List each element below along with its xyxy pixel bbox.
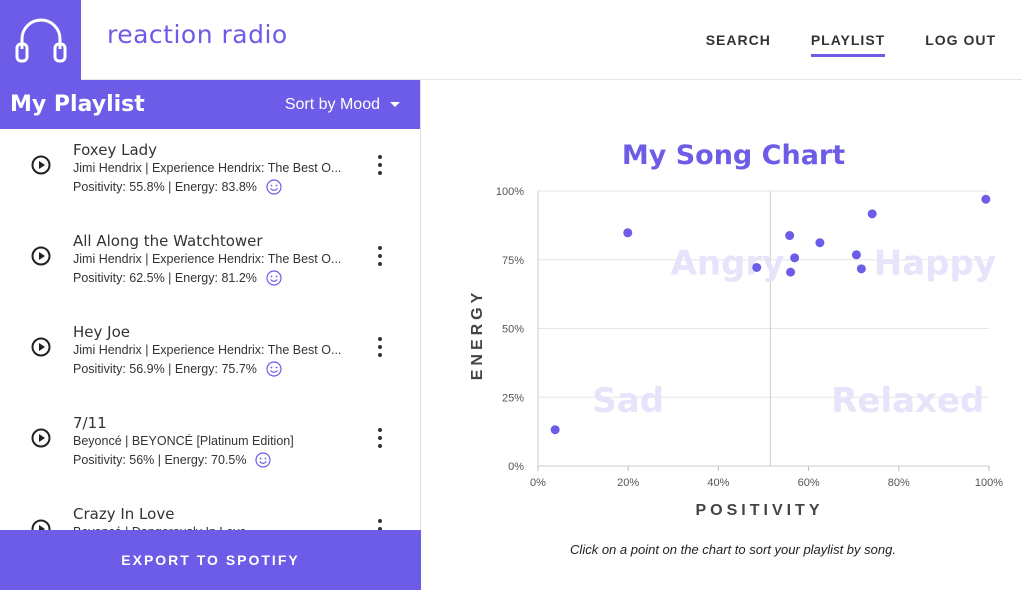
play-icon[interactable] bbox=[31, 519, 51, 530]
caret-down-icon bbox=[390, 102, 400, 107]
chart-hint: Click on a point on the chart to sort yo… bbox=[570, 542, 896, 557]
headphones-icon bbox=[15, 18, 66, 63]
song-stats: Positivity: 56.9% | Energy: 75.7% bbox=[73, 361, 360, 377]
song-stats: Positivity: 62.5% | Energy: 81.2% bbox=[73, 270, 360, 286]
song-stats-text: Positivity: 55.8% | Energy: 83.8% bbox=[73, 180, 257, 194]
play-icon[interactable] bbox=[31, 155, 51, 175]
y-tick-label: 25% bbox=[502, 392, 524, 404]
data-point[interactable] bbox=[785, 231, 795, 241]
quadrant-label: Sad bbox=[592, 381, 664, 421]
song-title: All Along the Watchtower bbox=[73, 232, 263, 250]
song-artist: Jimi Hendrix | Experience Hendrix: The B… bbox=[73, 343, 342, 357]
y-axis-title: ENERGY bbox=[469, 289, 486, 381]
song-stats-text: Positivity: 56.9% | Energy: 75.7% bbox=[73, 362, 257, 376]
quadrant-label: Relaxed bbox=[831, 381, 984, 421]
data-point[interactable] bbox=[981, 194, 991, 204]
play-icon[interactable] bbox=[31, 246, 51, 266]
quadrant-label: Happy bbox=[874, 244, 996, 284]
data-point[interactable] bbox=[786, 267, 796, 277]
sort-label: Sort by Mood bbox=[284, 95, 380, 113]
data-point[interactable] bbox=[851, 250, 861, 260]
smiley-icon bbox=[266, 179, 282, 195]
song-list: Foxey Lady Jimi Hendrix | Experience Hen… bbox=[0, 129, 420, 530]
y-tick-label: 50% bbox=[502, 324, 524, 336]
more-options-icon[interactable] bbox=[374, 519, 386, 530]
x-tick-label: 80% bbox=[888, 477, 910, 489]
play-icon[interactable] bbox=[31, 337, 51, 357]
song-stats: Positivity: 56% | Energy: 70.5% bbox=[73, 452, 360, 468]
playlist-title: My Playlist bbox=[10, 92, 145, 117]
song-artist: Jimi Hendrix | Experience Hendrix: The B… bbox=[73, 161, 342, 175]
song-chart: My Song Chart 0% 25% 50% 75% 100% 0% 20% 40% 60%… bbox=[440, 120, 1022, 590]
song-item[interactable]: 7/11 Beyoncé | BEYONCÉ [Platinum Edition… bbox=[0, 402, 420, 493]
x-tick-label: 60% bbox=[798, 477, 820, 489]
song-title: 7/11 bbox=[73, 414, 107, 432]
chart-title: My Song Chart bbox=[621, 140, 846, 171]
y-tick-label: 75% bbox=[502, 255, 524, 267]
song-title: Foxey Lady bbox=[73, 141, 158, 159]
song-item[interactable]: Crazy In Love Beyoncé | Dangerously In L… bbox=[0, 493, 420, 530]
nav-playlist[interactable]: PLAYLIST bbox=[810, 32, 886, 57]
app-header: reaction radio SEARCH PLAYLIST LOG OUT bbox=[0, 0, 1022, 80]
data-point[interactable] bbox=[867, 209, 877, 219]
x-tick-label: 20% bbox=[617, 477, 639, 489]
data-point[interactable] bbox=[790, 253, 800, 263]
data-point[interactable] bbox=[550, 425, 560, 435]
song-item[interactable]: All Along the Watchtower Jimi Hendrix | … bbox=[0, 220, 420, 311]
nav-logout[interactable]: LOG OUT bbox=[925, 32, 996, 57]
smiley-icon bbox=[266, 270, 282, 286]
song-stats: Positivity: 55.8% | Energy: 83.8% bbox=[73, 179, 360, 195]
x-tick-label: 0% bbox=[530, 477, 546, 489]
nav-search[interactable]: SEARCH bbox=[706, 32, 771, 57]
play-icon[interactable] bbox=[31, 428, 51, 448]
smiley-icon bbox=[266, 361, 282, 377]
data-point[interactable] bbox=[815, 238, 825, 248]
x-tick-label: 40% bbox=[707, 477, 729, 489]
more-options-icon[interactable] bbox=[374, 246, 386, 266]
data-point[interactable] bbox=[623, 228, 633, 238]
song-artist: Beyoncé | BEYONCÉ [Platinum Edition] bbox=[73, 434, 294, 448]
more-options-icon[interactable] bbox=[374, 337, 386, 357]
song-artist: Jimi Hendrix | Experience Hendrix: The B… bbox=[73, 252, 342, 266]
logo[interactable] bbox=[0, 0, 81, 80]
x-tick-label: 100% bbox=[975, 477, 1003, 489]
playlist-panel: My Playlist Sort by Mood Foxey Lady Jimi… bbox=[0, 80, 421, 590]
sort-dropdown[interactable]: Sort by Mood bbox=[285, 96, 400, 114]
more-options-icon[interactable] bbox=[374, 155, 386, 175]
smiley-icon bbox=[255, 452, 272, 468]
scatter-chart: 0% 25% 50% 75% 100% 0% 20% 40% 60% 80% 100% Angry Ha… bbox=[469, 186, 1003, 519]
quadrant-label: Angry bbox=[671, 244, 785, 284]
song-stats-text: Positivity: 56% | Energy: 70.5% bbox=[73, 453, 247, 467]
x-axis-title: POSITIVITY bbox=[695, 502, 823, 519]
playlist-header: My Playlist Sort by Mood bbox=[0, 80, 420, 129]
export-spotify-button[interactable]: EXPORT TO SPOTIFY bbox=[0, 530, 421, 590]
data-point[interactable] bbox=[856, 264, 866, 274]
song-title: Hey Joe bbox=[73, 323, 130, 341]
brand-name: reaction radio bbox=[107, 20, 288, 49]
y-tick-label: 0% bbox=[508, 461, 524, 473]
more-options-icon[interactable] bbox=[374, 428, 386, 448]
song-item[interactable]: Foxey Lady Jimi Hendrix | Experience Hen… bbox=[0, 129, 420, 220]
song-title: Crazy In Love bbox=[73, 505, 175, 523]
y-tick-label: 100% bbox=[496, 186, 524, 198]
data-point[interactable] bbox=[752, 262, 762, 272]
main-nav: SEARCH PLAYLIST LOG OUT bbox=[706, 32, 996, 57]
song-stats-text: Positivity: 62.5% | Energy: 81.2% bbox=[73, 271, 257, 285]
song-item[interactable]: Hey Joe Jimi Hendrix | Experience Hendri… bbox=[0, 311, 420, 402]
